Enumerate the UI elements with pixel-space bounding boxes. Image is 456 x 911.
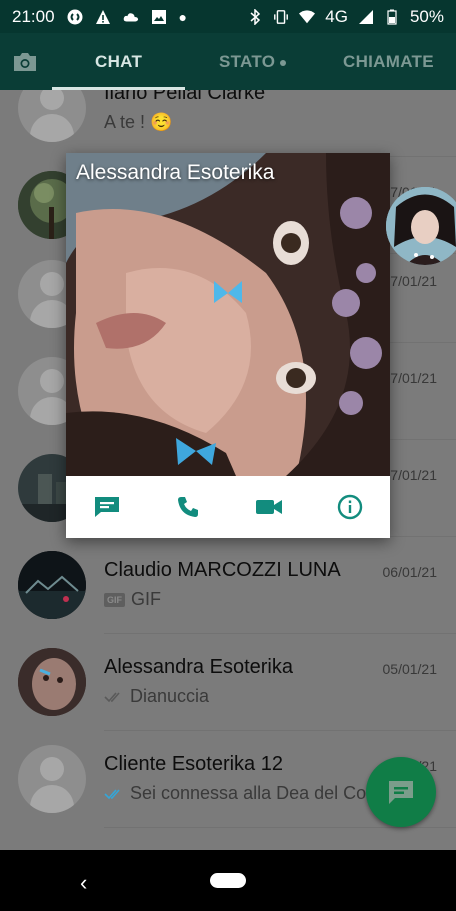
message-icon: [389, 781, 413, 804]
navigation-bar: ‹: [0, 850, 456, 911]
call-button[interactable]: [147, 495, 228, 519]
chat-name: Claudio MARCOZZI LUNA: [104, 559, 341, 581]
video-call-button[interactable]: [228, 497, 309, 517]
avatar[interactable]: [386, 187, 456, 265]
back-icon[interactable]: ‹: [80, 870, 87, 896]
chat-date: 07/01/21: [382, 467, 438, 483]
chat-date: 06/01/21: [382, 564, 438, 580]
warning-icon: [95, 9, 110, 24]
profile-photo[interactable]: Alessandra Esoterika: [66, 153, 390, 476]
phone-icon: [177, 497, 198, 517]
image-icon: [151, 9, 166, 24]
chat-preview-text: Dianuccia: [130, 686, 210, 706]
info-icon: [337, 494, 362, 520]
chat-preview: A te ! ☺️: [104, 112, 389, 133]
chat-row[interactable]: Claudio MARCOZZI LUNA 06/01/21 GIF GIF: [0, 537, 456, 634]
tab-stato-label: STATO: [219, 52, 276, 71]
message-button[interactable]: [66, 495, 147, 519]
app-bar: CHAT STATO CHIAMATE: [0, 33, 456, 90]
chat-row[interactable]: Alessandra Esoterika 05/01/21 Dianuccia: [0, 634, 456, 731]
chat-name: Alessandra Esoterika: [104, 656, 293, 678]
status-time: 21:00: [12, 6, 55, 26]
double-check-read-icon: [104, 788, 120, 799]
tab-stato[interactable]: STATO: [219, 52, 287, 72]
new-chat-button[interactable]: [366, 757, 436, 827]
gif-badge: GIF: [104, 592, 125, 607]
chat-date: 07/01/21: [382, 273, 438, 289]
chat-preview-text: A te ! ☺️: [104, 112, 173, 132]
bluetooth-icon: [250, 8, 261, 25]
chat-name: Cliente Esoterika 12: [104, 753, 283, 775]
chat-row[interactable]: Ilario Pellai Clarke A te ! ☺️: [0, 90, 456, 157]
tab-chiamate-label: CHIAMATE: [343, 52, 434, 71]
unread-dot-icon: [280, 59, 287, 66]
status-bar: 21:00 ● 4G 50%: [0, 0, 456, 33]
chat-preview-text: GIF: [131, 589, 161, 609]
chat-preview: GIF GIF: [104, 589, 389, 610]
chat-date: 05/01/21: [382, 661, 438, 677]
chat-preview-text: Sei connessa alla Dea del Co: [130, 783, 367, 803]
vibrate-icon: [274, 9, 289, 24]
avatar[interactable]: [18, 551, 86, 619]
chat-name: Ilario Pellai Clarke: [104, 90, 266, 104]
shazam-icon: [67, 9, 83, 24]
tab-chat[interactable]: CHAT: [95, 52, 142, 72]
message-icon: [94, 497, 119, 517]
divider: [104, 827, 456, 828]
chat-preview: Sei connessa alla Dea del Co: [104, 783, 389, 804]
profile-photo-image: [66, 153, 390, 476]
battery-icon: [387, 9, 397, 25]
cloud-icon: [123, 12, 138, 21]
avatar[interactable]: [18, 745, 86, 813]
chat-preview: Dianuccia: [104, 686, 389, 707]
profile-avatar-image: [386, 187, 456, 265]
network-type: 4G: [325, 6, 348, 26]
popup-actions: [66, 476, 390, 538]
signal-icon: [358, 9, 373, 24]
camera-icon[interactable]: [12, 51, 38, 73]
profile-popup: Alessandra Esoterika: [66, 153, 390, 538]
battery-level: 50%: [409, 6, 444, 26]
night-photo-icon: [18, 551, 86, 619]
tab-chat-label: CHAT: [95, 52, 143, 71]
chat-date: 07/01/21: [382, 370, 438, 386]
video-icon: [255, 500, 282, 514]
avatar[interactable]: [18, 90, 86, 142]
wifi-icon: [299, 9, 316, 23]
dot-icon: ●: [178, 8, 188, 25]
double-check-icon: [104, 691, 120, 702]
tab-chiamate[interactable]: CHIAMATE: [343, 52, 434, 72]
home-button[interactable]: [210, 873, 246, 888]
info-button[interactable]: [309, 494, 390, 520]
popup-contact-name: Alessandra Esoterika: [76, 161, 275, 184]
avatar[interactable]: [18, 648, 86, 716]
profile-photo-icon: [18, 648, 86, 716]
